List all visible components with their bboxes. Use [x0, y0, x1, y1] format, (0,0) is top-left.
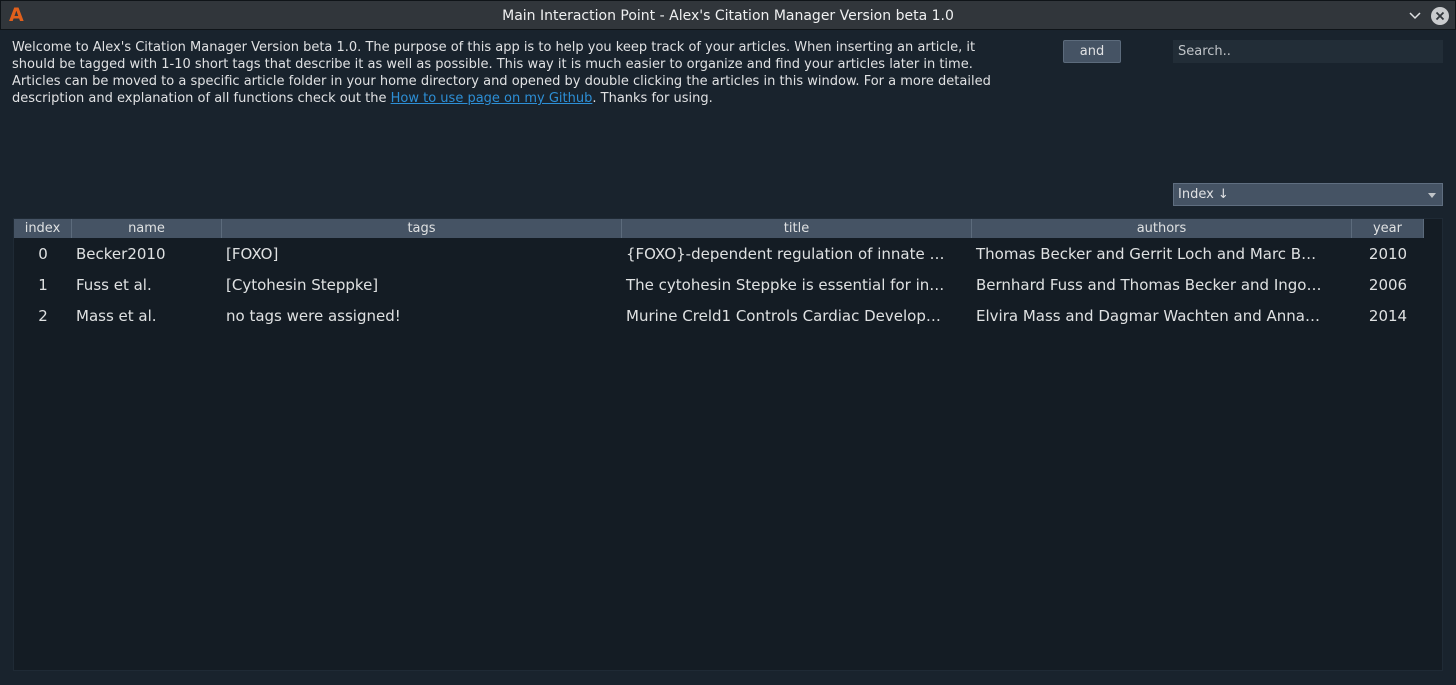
sort-select[interactable]: Index ↓: [1173, 183, 1443, 206]
column-header-index[interactable]: index: [14, 219, 72, 238]
column-header-year[interactable]: year: [1352, 219, 1424, 238]
column-header-title[interactable]: title: [622, 219, 972, 238]
table-header: index name tags title authors year: [14, 219, 1424, 238]
cell-title: {FOXO}-dependent regulation of innate …: [626, 245, 945, 263]
cell-name: Becker2010: [76, 245, 166, 263]
search-input[interactable]: Search..: [1172, 39, 1444, 64]
intro-text: Welcome to Alex's Citation Manager Versi…: [12, 39, 1012, 107]
cell-year: 2010: [1368, 245, 1408, 263]
cell-tags: [FOXO]: [226, 245, 279, 263]
window-titlebar[interactable]: A Main Interaction Point - Alex's Citati…: [0, 0, 1456, 30]
sort-select-value: Index ↓: [1178, 187, 1229, 202]
cell-tags: [Cytohesin Steppke]: [226, 276, 379, 294]
column-header-tags[interactable]: tags: [222, 219, 622, 238]
articles-table[interactable]: index name tags title authors year 0 Bec…: [13, 218, 1443, 671]
cell-authors: Elvira Mass and Dagmar Wachten and Anna…: [976, 307, 1320, 325]
cell-authors: Bernhard Fuss and Thomas Becker and Ingo…: [976, 276, 1322, 294]
column-header-name[interactable]: name: [72, 219, 222, 238]
intro-text-after: . Thanks for using.: [592, 91, 713, 106]
cell-title: Murine Creld1 Controls Cardiac Develop…: [626, 307, 941, 325]
table-row[interactable]: 0 Becker2010 [FOXO] {FOXO}-dependent reg…: [14, 239, 1424, 270]
and-button[interactable]: and: [1063, 40, 1121, 63]
close-icon[interactable]: [1431, 7, 1449, 25]
cell-name: Fuss et al.: [76, 276, 152, 294]
cell-year: 2006: [1368, 276, 1408, 294]
table-row[interactable]: 1 Fuss et al. [Cytohesin Steppke] The cy…: [14, 270, 1424, 301]
cell-index: 2: [38, 307, 48, 325]
column-header-authors[interactable]: authors: [972, 219, 1352, 238]
cell-index: 1: [38, 276, 48, 294]
github-howto-link[interactable]: How to use page on my Github: [391, 91, 593, 106]
table-row[interactable]: 2 Mass et al. no tags were assigned! Mur…: [14, 301, 1424, 332]
cell-name: Mass et al.: [76, 307, 157, 325]
window-title: Main Interaction Point - Alex's Citation…: [502, 8, 954, 24]
cell-title: The cytohesin Steppke is essential for i…: [626, 276, 945, 294]
cell-authors: Thomas Becker and Gerrit Loch and Marc B…: [976, 245, 1317, 263]
chevron-down-icon[interactable]: [1407, 8, 1423, 24]
cell-tags: no tags were assigned!: [226, 307, 401, 325]
cell-index: 0: [38, 245, 48, 263]
dropdown-arrow-icon: [1428, 193, 1436, 198]
cell-year: 2014: [1368, 307, 1408, 325]
